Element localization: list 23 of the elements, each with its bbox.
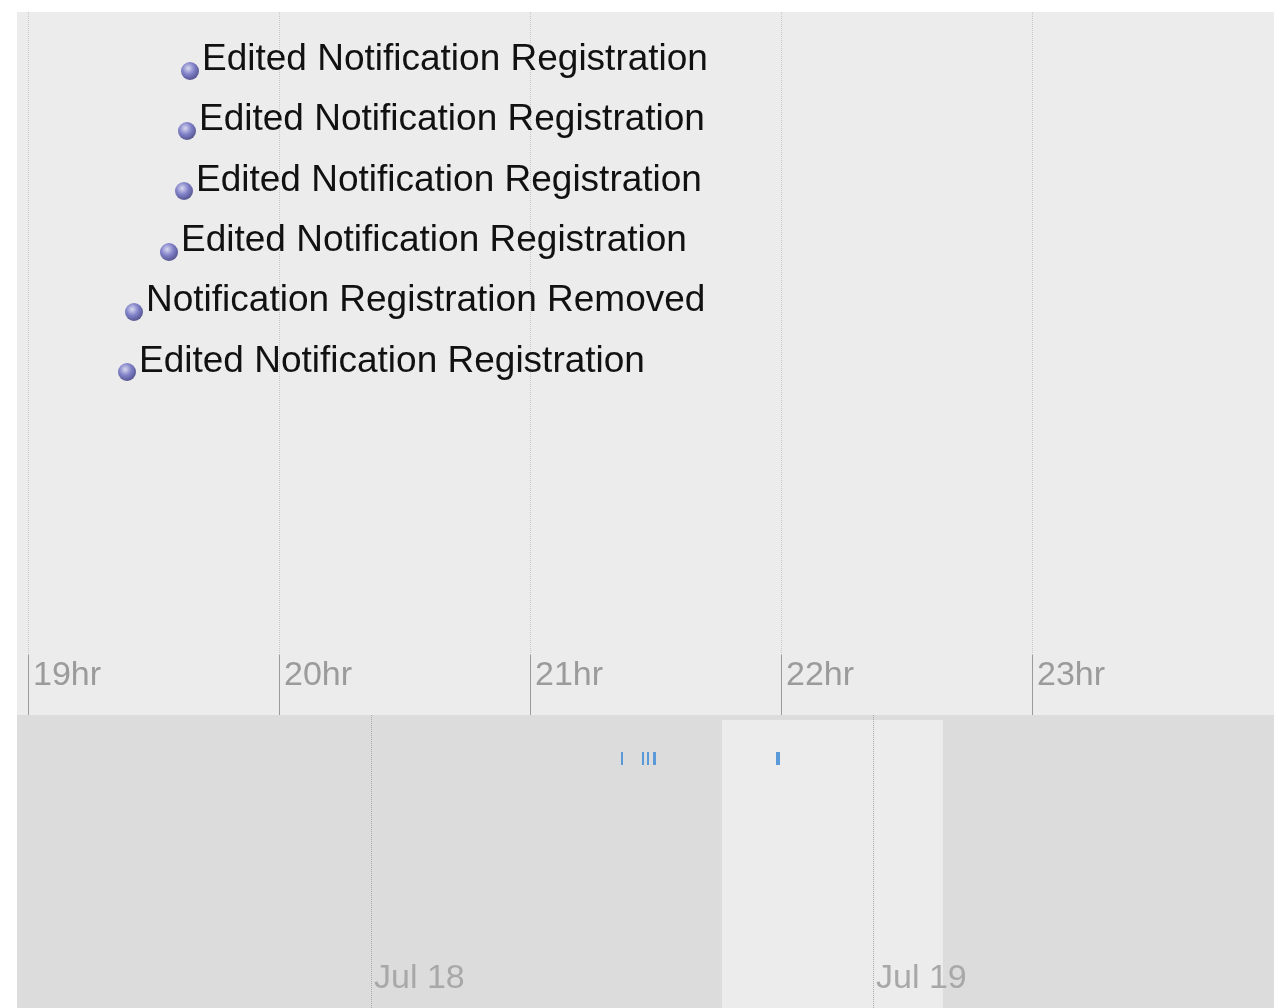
- event-tick: [776, 752, 780, 765]
- event-dot-icon: [180, 60, 200, 81]
- event-title[interactable]: Edited Notification Registration: [139, 339, 645, 381]
- event-dot-icon: [159, 241, 179, 262]
- event-title[interactable]: Edited Notification Registration: [196, 158, 702, 200]
- event-title[interactable]: Notification Registration Removed: [146, 279, 706, 320]
- hour-label: 22hr: [786, 654, 855, 693]
- event-tick: [653, 752, 656, 765]
- hour-label: 23hr: [1037, 654, 1106, 693]
- event-dot-icon: [124, 301, 144, 322]
- event-dot-icon: [174, 181, 194, 202]
- event-title[interactable]: Edited Notification Registration: [202, 38, 708, 79]
- event-tick: [621, 752, 623, 765]
- event-title[interactable]: Edited Notification Registration: [199, 98, 705, 139]
- event-tick: [647, 752, 649, 765]
- event-dot-icon: [177, 121, 197, 141]
- hour-label: 20hr: [284, 654, 353, 693]
- event-dot-icon: [117, 362, 137, 383]
- hour-label: 19hr: [33, 654, 102, 693]
- event-tick: [642, 752, 644, 765]
- hour-label: 21hr: [535, 654, 604, 693]
- event-title[interactable]: Edited Notification Registration: [181, 218, 687, 260]
- day-label: Jul 19: [876, 957, 967, 996]
